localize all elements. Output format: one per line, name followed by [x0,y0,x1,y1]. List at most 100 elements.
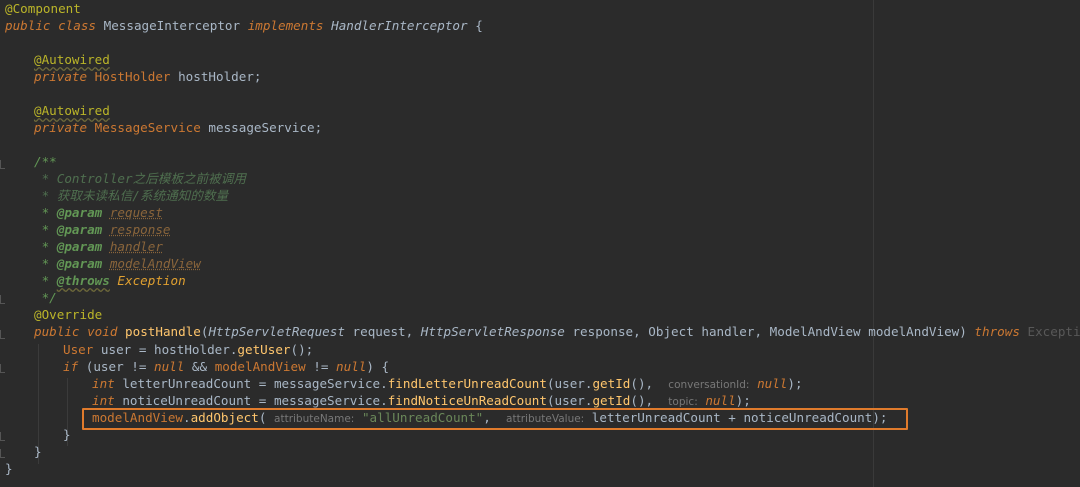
keyword: private [34,120,88,135]
code-text: . [183,410,191,425]
code-line-7[interactable]: @Autowired [34,102,110,119]
exception-type: Exception [1027,324,1080,339]
code-line-add-object[interactable]: modelAndView.addObject( attributeName: "… [92,409,888,426]
comment-star: * [34,256,57,271]
javadoc-tag: @param [56,256,103,271]
field-type: MessageService [94,120,201,135]
code-line-get-user[interactable]: User user = hostHolder.getUser(); [63,341,313,358]
javadoc-open[interactable]: /** [34,153,57,170]
keyword: class [58,18,97,33]
javadoc-close[interactable]: */ [34,289,57,306]
field-name: messageService; [208,120,323,135]
javadoc-throws-type: Exception [117,273,186,288]
code-line-override[interactable]: @Override [34,306,102,323]
keyword: implements [247,18,324,33]
annotation-override: @Override [34,307,103,322]
javadoc-param-name: response [109,222,171,237]
method-call: getId [592,393,631,408]
javadoc-param-request[interactable]: * @param request [34,204,163,221]
javadoc-param-name: request [109,205,163,220]
parameter-hint: attributeValue: [506,413,585,425]
param-type: HttpServletResponse [420,324,565,339]
class-name: MessageInterceptor [103,18,241,33]
keyword: public [5,18,51,33]
code-text: && [184,359,215,374]
comment-text: * 获取未读私信/系统通知的数量 [34,188,229,203]
keyword: private [34,69,88,84]
method-call: addObject [190,410,259,425]
field-type: HostHolder [94,69,171,84]
javadoc-line[interactable]: * Controller之后模板之前被调用 [34,170,246,187]
code-text: letterUnreadCount = messageService. [114,376,388,391]
annotation-autowired: @Autowired [34,103,110,118]
keyword: throws [974,324,1020,339]
comment-text: /** [34,154,57,169]
method-call: findLetterUnreadCount [387,376,547,391]
brace: } [63,427,71,442]
javadoc-param-modelandview[interactable]: * @param modelAndView [34,255,201,272]
code-line-close-if[interactable]: } [63,426,71,443]
code-line-2[interactable]: public class MessageInterceptor implemen… [5,17,483,34]
brace: { [475,18,483,33]
code-text: user = hostHolder. [93,342,238,357]
parameter-hint: attributeName: [274,413,355,425]
keyword: public [34,324,80,339]
field-name: hostHolder; [178,69,262,84]
keyword: if [63,359,79,374]
param-type: Object [648,324,694,339]
code-text: (), [630,393,654,408]
javadoc-tag: @param [56,222,103,237]
fold-marker-icon[interactable] [0,295,5,304]
keyword-null: null [705,393,736,408]
javadoc-line[interactable]: * 获取未读私信/系统通知的数量 [34,187,228,204]
keyword-null: null [336,359,367,374]
fold-marker-icon[interactable] [0,160,5,169]
javadoc-tag: @throws [56,273,110,288]
comment-text: */ [34,290,57,305]
code-editor[interactable]: @Component public class MessageIntercept… [0,0,1080,487]
code-line-1[interactable]: @Component [5,0,81,17]
code-text: (user != [78,359,154,374]
fold-marker-icon[interactable] [0,449,5,458]
brace: } [34,444,42,459]
code-text: != [305,359,337,374]
code-text: (user. [546,376,593,391]
keyword-null: null [757,376,788,391]
code-text: ); [735,393,751,408]
javadoc-param-name: modelAndView [109,256,201,271]
param-name: response, [572,324,641,339]
code-line-4[interactable]: @Autowired [34,51,110,68]
code-text: (), [630,376,654,391]
fold-marker-icon[interactable] [0,432,5,441]
code-line-8[interactable]: private MessageService messageService; [34,119,322,136]
javadoc-tag: @param [56,239,103,254]
code-line-close-method[interactable]: } [34,443,42,460]
fold-marker-icon[interactable] [0,330,5,339]
code-text: , [483,410,491,425]
javadoc-param-name: handler [109,239,163,254]
method-call: getUser [237,342,291,357]
code-line-if[interactable]: if (user != null && modelAndView != null… [63,358,389,375]
param-name: request, [352,324,414,339]
comment-star: * [34,222,57,237]
javadoc-throws[interactable]: * @throws Exception [34,272,186,289]
code-line-letter-unread[interactable]: int letterUnreadCount = messageService.f… [92,375,803,392]
code-line-close-class[interactable]: } [5,460,13,477]
method-call: getId [592,376,631,391]
param-type: HttpServletRequest [208,324,345,339]
comment-text: * Controller之后模板之前被调用 [34,171,246,186]
code-text: ) { [366,359,390,374]
variable: modelAndView [214,359,306,374]
method-call: findNoticeUnReadCount [387,393,547,408]
fold-marker-icon[interactable] [0,364,5,373]
javadoc-param-response[interactable]: * @param response [34,221,171,238]
code-line-5[interactable]: private HostHolder hostHolder; [34,68,262,85]
code-line-method-signature[interactable]: public void postHandle(HttpServletReques… [34,323,1080,340]
javadoc-param-handler[interactable]: * @param handler [34,238,163,255]
keyword: void [87,324,118,339]
brace: } [5,461,13,476]
string-literal: "allUnreadCount" [361,410,484,425]
method-name: postHandle [125,324,201,339]
code-line-notice-unread[interactable]: int noticeUnreadCount = messageService.f… [92,392,751,409]
comment-star: * [34,239,57,254]
